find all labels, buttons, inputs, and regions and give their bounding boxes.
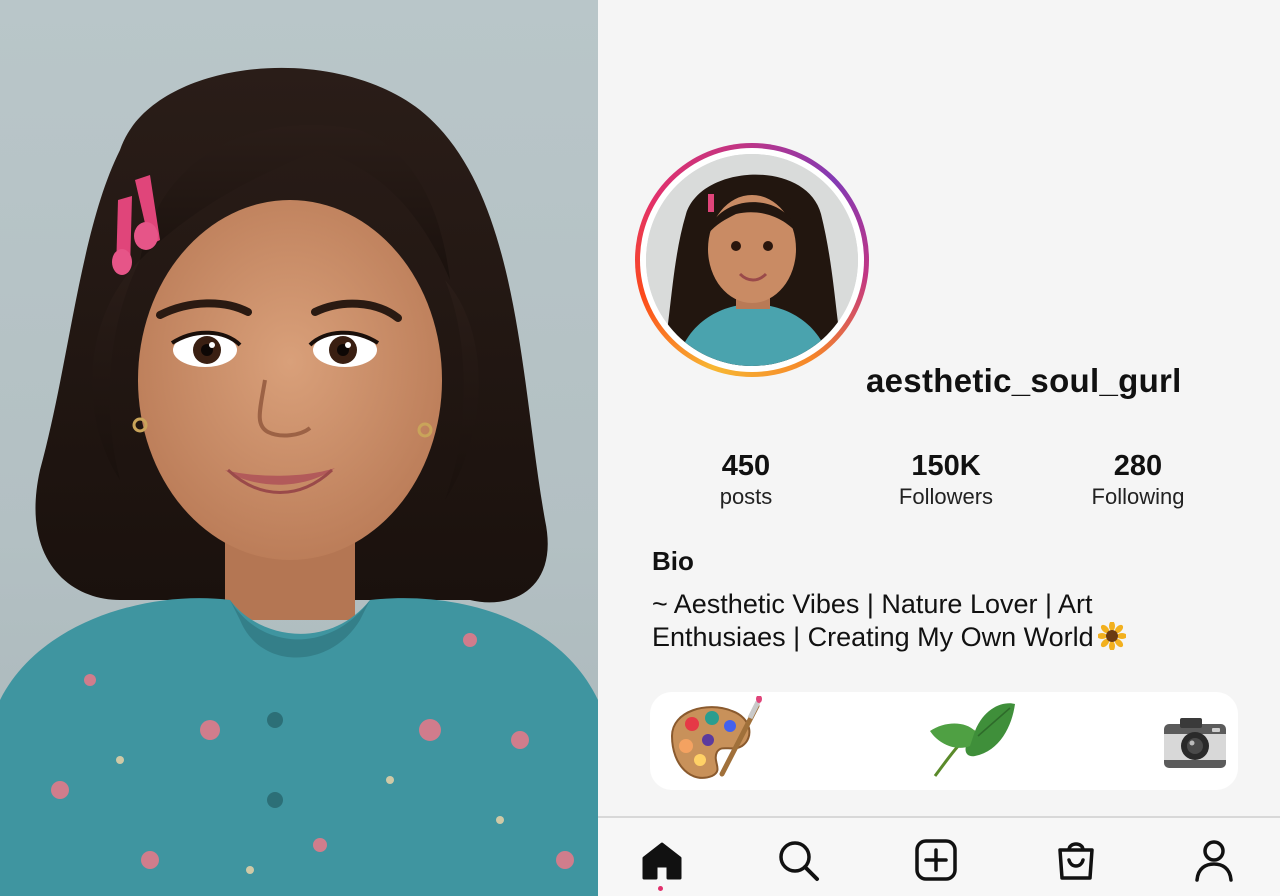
posts-label: posts — [719, 484, 773, 509]
tab-create[interactable] — [912, 836, 960, 884]
sunflower-icon — [1097, 622, 1126, 650]
story-ring[interactable] — [635, 143, 869, 377]
search-icon — [779, 841, 819, 881]
tab-home[interactable] — [638, 836, 686, 884]
portrait-photo — [0, 0, 598, 896]
active-tab-indicator — [658, 886, 663, 891]
following-label: Following — [1091, 484, 1185, 509]
stat-posts[interactable]: 450 posts — [671, 450, 821, 512]
leaf-icon[interactable] — [920, 696, 1020, 786]
palette-icon[interactable] — [662, 696, 762, 782]
home-icon — [642, 842, 682, 880]
username: aesthetic_soul_gurl — [866, 362, 1182, 399]
followers-count: 150K — [911, 450, 981, 482]
followers-label: Followers — [898, 484, 994, 509]
following-count: 280 — [1113, 450, 1163, 482]
posts-count: 450 — [721, 450, 771, 482]
avatar-frame — [640, 148, 864, 372]
bio-text: ~ Aesthetic Vibes | Nature Lover | Art E… — [652, 588, 1222, 654]
story-highlights — [650, 692, 1238, 790]
stat-followers[interactable]: 150K Followers — [871, 450, 1021, 512]
bio-title: Bio — [652, 546, 694, 576]
tab-profile[interactable] — [1190, 836, 1238, 884]
bottom-tab-bar — [598, 816, 1280, 896]
tab-shop[interactable] — [1052, 836, 1100, 884]
tab-search[interactable] — [774, 836, 822, 884]
profile-icon — [1195, 840, 1233, 882]
profile-panel: aesthetic_soul_gurl 450 posts 150K Follo… — [598, 0, 1280, 896]
stat-following[interactable]: 280 Following — [1063, 450, 1213, 512]
camera-icon[interactable] — [1162, 714, 1228, 772]
bio-text-content: ~ Aesthetic Vibes | Nature Lover | Art E… — [652, 589, 1094, 652]
create-icon — [915, 839, 957, 881]
avatar[interactable] — [646, 154, 858, 366]
shop-icon — [1058, 842, 1094, 880]
